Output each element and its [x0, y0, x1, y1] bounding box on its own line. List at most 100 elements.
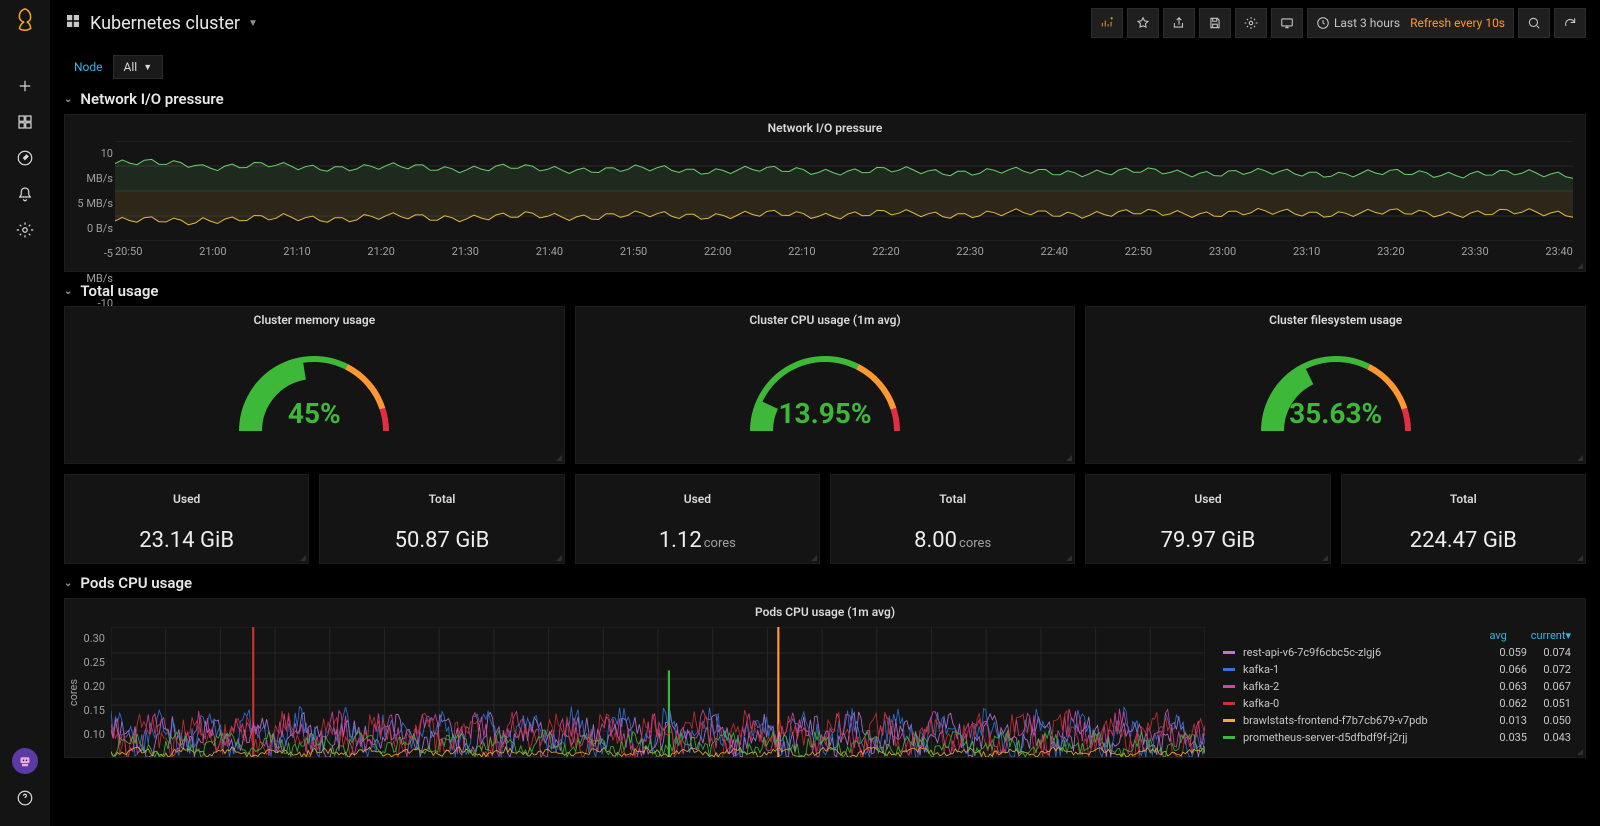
legend-current: 0.074 — [1527, 646, 1571, 659]
gauge-value: 13.95% — [745, 397, 905, 430]
time-range-label: Last 3 hours — [1334, 16, 1400, 30]
legend-series-name: rest-api-v6-7c9f6cbc5c-zlgj6 — [1243, 646, 1483, 659]
config-icon[interactable] — [0, 212, 50, 248]
help-icon[interactable] — [0, 780, 50, 816]
side-menu — [0, 0, 50, 826]
dashboard-body: Node All ▼ ⌄ Network I/O pressure Networ… — [50, 46, 1600, 826]
cycle-view-button[interactable] — [1271, 8, 1303, 38]
legend-current: 0.067 — [1527, 680, 1571, 693]
grafana-logo-icon[interactable] — [10, 6, 40, 40]
auto-refresh-label: Refresh every 10s — [1410, 16, 1505, 30]
legend-avg: 0.062 — [1483, 697, 1527, 710]
legend-header-avg[interactable]: avg — [1489, 629, 1506, 642]
row-toggle-total[interactable]: ⌄ Total usage — [64, 282, 1586, 300]
add-panel-button[interactable] — [1091, 8, 1123, 38]
chart-legend: avg current▾ rest-api-v6-7c9f6cbc5c-zlgj… — [1217, 627, 1577, 746]
legend-item[interactable]: kafka-0 0.062 0.051 — [1217, 695, 1577, 712]
legend-avg: 0.035 — [1483, 731, 1527, 744]
chevron-down-icon: ⌄ — [64, 94, 72, 105]
panel-stat[interactable]: Used 23.14 GiB — [64, 474, 309, 564]
y-axis-ticks: 0.300.250.200.150.10 — [77, 627, 105, 747]
gauge-value: 45% — [234, 397, 394, 430]
clock-icon — [1316, 16, 1330, 30]
stat-value: 1.12cores — [659, 528, 736, 553]
row-toggle-pods[interactable]: ⌄ Pods CPU usage — [64, 574, 1586, 592]
dashboard-navbar: Kubernetes cluster ▼ Last 3 hours Refres… — [50, 0, 1600, 46]
panel-title: Cluster CPU usage (1m avg) — [576, 307, 1075, 333]
resize-handle-icon[interactable] — [556, 555, 562, 561]
dashboard-title-dropdown[interactable]: Kubernetes cluster ▼ — [64, 12, 258, 35]
panel-title: Total — [320, 486, 563, 512]
resize-handle-icon[interactable] — [300, 555, 306, 561]
gauge-value: 35.63% — [1256, 397, 1416, 430]
stat-value: 224.47 GiB — [1410, 528, 1517, 553]
chevron-down-icon: ⌄ — [64, 578, 72, 589]
legend-header-current[interactable]: current▾ — [1531, 629, 1571, 642]
refresh-button[interactable] — [1554, 8, 1586, 38]
panel-title: Network I/O pressure — [65, 115, 1585, 141]
explore-icon[interactable] — [0, 140, 50, 176]
resize-handle-icon[interactable] — [811, 555, 817, 561]
row-title-pods: Pods CPU usage — [80, 574, 192, 592]
chevron-down-icon: ⌄ — [64, 286, 72, 297]
row-toggle-network[interactable]: ⌄ Network I/O pressure — [64, 90, 1586, 108]
resize-handle-icon[interactable] — [1577, 263, 1583, 269]
x-axis-ticks: 20:5021:0021:1021:2021:3021:4021:5022:00… — [115, 245, 1573, 258]
legend-item[interactable]: brawlstats-frontend-f7b7cb679-v7pdb 0.01… — [1217, 712, 1577, 729]
panel-title: Total — [1342, 486, 1585, 512]
add-icon[interactable] — [0, 68, 50, 104]
panel-title: Used — [576, 486, 819, 512]
panel-network-io[interactable]: Network I/O pressure 10 MB/s5 MB/s0 B/s-… — [64, 114, 1586, 272]
legend-series-name: kafka-2 — [1243, 680, 1483, 693]
legend-item[interactable]: kafka-2 0.063 0.067 — [1217, 678, 1577, 695]
settings-button[interactable] — [1235, 8, 1267, 38]
legend-current: 0.043 — [1527, 731, 1571, 744]
legend-current: 0.050 — [1527, 714, 1571, 727]
share-button[interactable] — [1163, 8, 1195, 38]
row-title-network: Network I/O pressure — [80, 90, 223, 108]
resize-handle-icon[interactable] — [556, 455, 562, 461]
stat-value: 79.97 GiB — [1161, 528, 1256, 553]
legend-item[interactable]: rest-api-v6-7c9f6cbc5c-zlgj6 0.059 0.074 — [1217, 644, 1577, 661]
legend-swatch-icon — [1223, 651, 1235, 654]
variable-node-dropdown[interactable]: All ▼ — [113, 55, 164, 79]
alerting-icon[interactable] — [0, 176, 50, 212]
resize-handle-icon[interactable] — [1577, 555, 1583, 561]
panel-title: Used — [65, 486, 308, 512]
legend-item[interactable]: prometheus-server-d5dfbdf9f-j2rjj 0.035 … — [1217, 729, 1577, 746]
stat-value: 8.00cores — [914, 528, 991, 553]
legend-swatch-icon — [1223, 685, 1235, 688]
resize-handle-icon[interactable] — [1066, 455, 1072, 461]
dashboards-icon[interactable] — [0, 104, 50, 140]
legend-item[interactable]: kafka-1 0.066 0.072 — [1217, 661, 1577, 678]
legend-swatch-icon — [1223, 736, 1235, 739]
panel-gauge[interactable]: Cluster memory usage 45% — [64, 306, 565, 464]
panel-pods-cpu[interactable]: Pods CPU usage (1m avg) cores 0.300.250.… — [64, 598, 1586, 758]
panel-stat[interactable]: Total 50.87 GiB — [319, 474, 564, 564]
legend-avg: 0.063 — [1483, 680, 1527, 693]
zoom-out-button[interactable] — [1518, 8, 1550, 38]
legend-avg: 0.013 — [1483, 714, 1527, 727]
resize-handle-icon[interactable] — [1577, 749, 1583, 755]
legend-current: 0.072 — [1527, 663, 1571, 676]
panel-stat[interactable]: Used 1.12cores — [575, 474, 820, 564]
panel-title: Total — [831, 486, 1074, 512]
resize-handle-icon[interactable] — [1066, 555, 1072, 561]
panel-stat[interactable]: Used 79.97 GiB — [1085, 474, 1330, 564]
user-avatar-icon[interactable] — [12, 748, 38, 774]
resize-handle-icon[interactable] — [1577, 455, 1583, 461]
save-button[interactable] — [1199, 8, 1231, 38]
time-range-picker[interactable]: Last 3 hours Refresh every 10s — [1307, 8, 1514, 38]
panel-title: Cluster filesystem usage — [1086, 307, 1585, 333]
dashboard-icon — [64, 12, 82, 35]
variable-node-value: All — [124, 60, 138, 74]
panel-stat[interactable]: Total 224.47 GiB — [1341, 474, 1586, 564]
panel-gauge[interactable]: Cluster CPU usage (1m avg) 13.95% — [575, 306, 1076, 464]
panel-stat[interactable]: Total 8.00cores — [830, 474, 1075, 564]
resize-handle-icon[interactable] — [1322, 555, 1328, 561]
legend-swatch-icon — [1223, 702, 1235, 705]
star-button[interactable] — [1127, 8, 1159, 38]
panel-gauge[interactable]: Cluster filesystem usage 35.63% — [1085, 306, 1586, 464]
legend-series-name: kafka-0 — [1243, 697, 1483, 710]
legend-avg: 0.059 — [1483, 646, 1527, 659]
